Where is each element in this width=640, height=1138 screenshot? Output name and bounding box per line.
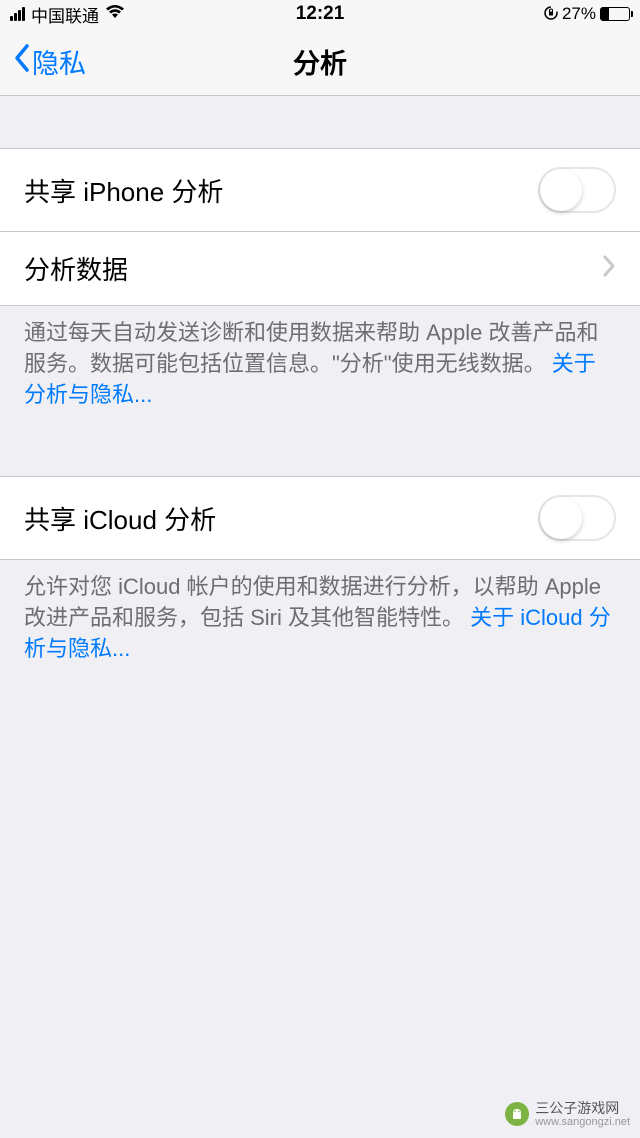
status-left: 中国联通: [10, 2, 125, 27]
analytics-data-row[interactable]: 分析数据: [0, 232, 640, 306]
section-share-icloud: 共享 iCloud 分析 允许对您 iCloud 帐户的使用和数据进行分析，以帮…: [0, 476, 640, 676]
section2-footer: 允许对您 iCloud 帐户的使用和数据进行分析，以帮助 Apple 改进产品和…: [0, 560, 640, 676]
share-iphone-toggle[interactable]: [538, 167, 616, 213]
watermark-url: www.sangongzi.net: [535, 1116, 630, 1128]
share-iphone-analytics-row[interactable]: 共享 iPhone 分析: [0, 148, 640, 232]
share-icloud-toggle[interactable]: [538, 495, 616, 541]
share-icloud-label: 共享 iCloud 分析: [24, 500, 216, 537]
signal-icon: [10, 7, 25, 21]
watermark-logo-icon: [505, 1102, 529, 1126]
chevron-left-icon: [12, 43, 32, 80]
watermark-name: 三公子游戏网: [535, 1101, 630, 1116]
wifi-icon: [105, 4, 125, 25]
analytics-data-label: 分析数据: [24, 250, 128, 287]
battery-percent: 27%: [562, 4, 596, 24]
battery-icon: [600, 7, 630, 21]
status-bar: 中国联通 12:21 27%: [0, 0, 640, 28]
watermark: 三公子游戏网 www.sangongzi.net: [505, 1101, 630, 1128]
back-label: 隐私: [32, 42, 86, 81]
share-icloud-analytics-row[interactable]: 共享 iCloud 分析: [0, 476, 640, 560]
status-time: 12:21: [296, 3, 345, 25]
page-title: 分析: [293, 42, 347, 81]
status-right: 27%: [544, 4, 630, 25]
chevron-right-icon: [602, 254, 616, 283]
section1-footer-text: 通过每天自动发送诊断和使用数据来帮助 Apple 改善产品和服务。数据可能包括位…: [24, 320, 599, 376]
carrier-label: 中国联通: [31, 2, 99, 27]
section1-footer: 通过每天自动发送诊断和使用数据来帮助 Apple 改善产品和服务。数据可能包括位…: [0, 306, 640, 422]
back-button[interactable]: 隐私: [12, 42, 86, 81]
section-share-iphone: 共享 iPhone 分析 分析数据 通过每天自动发送诊断和使用数据来帮助 App…: [0, 148, 640, 422]
share-iphone-label: 共享 iPhone 分析: [24, 172, 223, 209]
navigation-bar: 隐私 分析: [0, 28, 640, 96]
orientation-lock-icon: [544, 4, 558, 25]
